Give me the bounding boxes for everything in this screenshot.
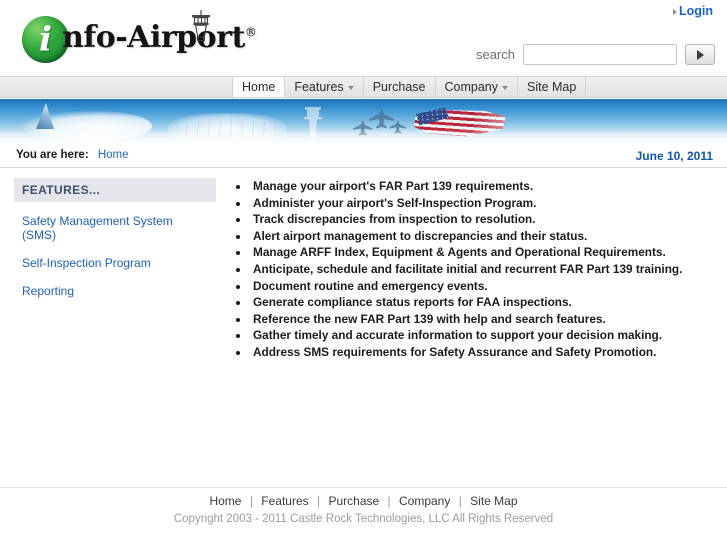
logo[interactable]: i nfo-Airport® <box>18 8 257 66</box>
list-item: Generate compliance status reports for F… <box>250 294 702 311</box>
sidebar-item-sms[interactable]: Safety Management System (SMS) <box>14 202 216 244</box>
sidebar: FEATURES... Safety Management System (SM… <box>14 178 216 300</box>
main-navigation: Home Features Purchase Company Site Map <box>0 76 727 98</box>
list-item: Anticipate, schedule and facilitate init… <box>250 261 702 278</box>
breadcrumb-prefix: You are here: <box>16 149 89 161</box>
nav-label-features: Features <box>294 80 344 94</box>
copyright-text: Copyright 2003 - 2011 Castle Rock Techno… <box>173 513 554 525</box>
list-item: Address SMS requirements for Safety Assu… <box>250 344 702 361</box>
footer-divider <box>0 487 727 488</box>
nav-label-home: Home <box>242 80 276 94</box>
list-item: Manage your airport's FAR Part 139 requi… <box>250 178 702 195</box>
nav-item-site-map[interactable]: Site Map <box>518 77 587 97</box>
footer-separator: | <box>317 494 321 508</box>
footer-link-home[interactable]: Home <box>209 494 241 508</box>
list-item: Administer your airport's Self-Inspectio… <box>250 195 702 212</box>
control-tower-icon <box>192 10 210 42</box>
sidebar-item-reporting[interactable]: Reporting <box>14 272 216 300</box>
nav-label-purchase: Purchase <box>372 80 426 94</box>
nav-label-company: Company <box>444 80 499 94</box>
footer-separator: | <box>249 494 253 508</box>
logo-wordmark: nfo-Airport® <box>62 20 257 55</box>
nav-item-features[interactable]: Features <box>285 77 364 97</box>
site-header: i nfo-Airport® Login search <box>0 0 727 74</box>
current-date: June 10, 2011 <box>635 149 713 163</box>
list-item: Reference the new FAR Part 139 with help… <box>250 311 702 328</box>
search-input[interactable] <box>523 44 677 65</box>
chevron-down-icon <box>347 86 354 90</box>
footer-link-features[interactable]: Features <box>261 494 308 508</box>
logo-initial: i <box>39 18 52 59</box>
nav-label-site-map: Site Map <box>527 80 577 94</box>
breadcrumb-bar: You are here: Home June 10, 2011 <box>0 146 727 168</box>
sidebar-heading: FEATURES... <box>14 178 216 202</box>
list-item: Track discrepancies from inspection to r… <box>250 211 702 228</box>
list-item: Gather timely and accurate information t… <box>250 327 702 344</box>
chevron-down-icon <box>502 86 508 90</box>
footer-links: Home | Features | Purchase | Company | S… <box>0 494 727 508</box>
search-submit-button[interactable] <box>685 44 715 65</box>
search-area: search <box>476 44 715 65</box>
logo-registered-mark: ® <box>244 25 257 39</box>
sidebar-item-self-inspection[interactable]: Self-Inspection Program <box>14 244 216 272</box>
footer-link-company[interactable]: Company <box>399 494 450 508</box>
page-content: FEATURES... Safety Management System (SM… <box>0 170 727 480</box>
search-label: search <box>475 47 515 62</box>
breadcrumb: You are here: Home <box>16 149 129 161</box>
list-item: Manage ARFF Index, Equipment & Agents an… <box>250 244 702 261</box>
site-footer: Home | Features | Purchase | Company | S… <box>0 487 727 525</box>
login-link[interactable]: Login <box>672 4 713 18</box>
footer-separator: | <box>458 494 462 508</box>
login-arrow-icon <box>672 8 677 15</box>
nav-item-company[interactable]: Company <box>436 77 518 97</box>
go-arrow-icon <box>696 49 704 60</box>
breadcrumb-item-home[interactable]: Home <box>98 149 129 161</box>
list-item: Document routine and emergency events. <box>250 278 702 295</box>
list-item: Alert airport management to discrepancie… <box>250 228 702 245</box>
banner-bottom-fade <box>0 129 727 145</box>
footer-link-site-map[interactable]: Site Map <box>470 494 517 508</box>
login-label: Login <box>678 4 713 18</box>
hero-banner <box>0 99 727 145</box>
nav-item-home[interactable]: Home <box>232 77 286 97</box>
feature-list: Manage your airport's FAR Part 139 requi… <box>232 178 702 361</box>
nav-item-purchase[interactable]: Purchase <box>364 77 436 97</box>
footer-link-purchase[interactable]: Purchase <box>328 494 379 508</box>
footer-separator: | <box>387 494 391 508</box>
